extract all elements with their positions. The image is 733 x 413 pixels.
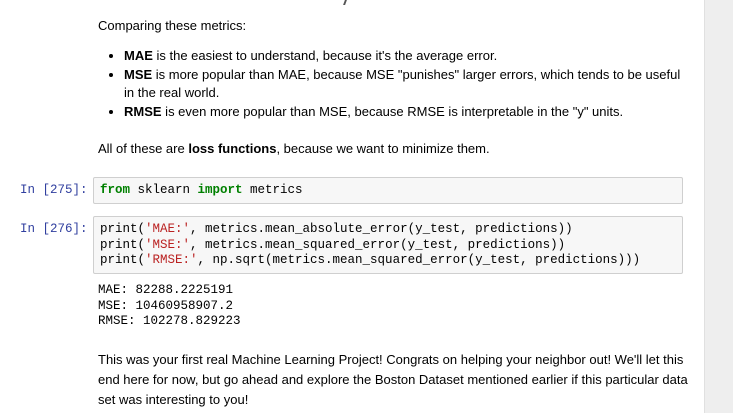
text-mae: is the easiest to understand, because it…	[152, 48, 498, 63]
code-pre: print(	[100, 237, 146, 252]
list-item-mae: MAE is the easiest to understand, becaus…	[124, 47, 688, 65]
input-prompt-276: In [276]:	[20, 222, 88, 236]
loss-bold: loss functions	[188, 141, 277, 156]
scrollbar-gutter[interactable]	[704, 0, 733, 413]
markdown-cell-loss[interactable]: All of these are loss functions, because…	[98, 140, 688, 158]
code-cell-275[interactable]: from sklearn import metrics	[93, 177, 683, 204]
code-pre: print(	[100, 222, 146, 236]
final-paragraph: This was your first real Machine Learnin…	[98, 352, 688, 407]
code-post: , metrics.mean_absolute_error(y_test, pr…	[190, 222, 573, 236]
notebook-area: Comparing these metrics: MAE is the easi…	[0, 0, 704, 413]
keyword-from: from	[100, 183, 131, 197]
text-mse: is more popular than MAE, because MSE "p…	[124, 67, 681, 100]
code-cell-276[interactable]: print('MAE:', metrics.mean_absolute_erro…	[93, 216, 683, 274]
markdown-cell-metrics[interactable]: Comparing these metrics: MAE is the easi…	[98, 17, 688, 122]
term-rmse: RMSE	[124, 104, 162, 119]
term-mae: MAE	[124, 48, 153, 63]
list-item-rmse: RMSE is even more popular than MSE, beca…	[124, 103, 688, 121]
output-line-mse: MSE: 10460958907.2	[98, 298, 234, 313]
code-string: 'MSE:'	[145, 237, 191, 252]
loss-after: , because we want to minimize them.	[276, 141, 490, 156]
code-line: print('MAE:', metrics.mean_absolute_erro…	[100, 222, 676, 238]
keyword-import: import	[197, 183, 243, 197]
metrics-list: MAE is the easiest to understand, becaus…	[98, 47, 688, 121]
output-line-mae: MAE: 82288.2225191	[98, 283, 234, 297]
notebook-page: Comparing these metrics: MAE is the easi…	[0, 0, 733, 413]
metrics-intro: Comparing these metrics:	[98, 18, 247, 33]
input-prompt-275: In [275]:	[20, 183, 88, 197]
output-cell-276: MAE: 82288.2225191 MSE: 10460958907.2 RMSE…	[98, 283, 241, 330]
code-line: print('RMSE:', np.sqrt(metrics.mean_squa…	[100, 253, 676, 269]
cursor-mark	[343, 0, 347, 5]
code-string: 'RMSE:'	[145, 253, 198, 267]
code-string: 'MAE:'	[145, 222, 191, 236]
code-post: , np.sqrt(metrics.mean_squared_error(y_t…	[197, 253, 641, 267]
loss-paragraph: All of these are loss functions, because…	[98, 140, 688, 158]
text-rmse: is even more popular than MSE, because R…	[161, 104, 624, 119]
import-name: metrics	[242, 183, 303, 197]
list-item-mse: MSE is more popular than MAE, because MS…	[124, 66, 688, 102]
code-line: print('MSE:', metrics.mean_squared_error…	[100, 238, 676, 254]
loss-before: All of these are	[98, 141, 189, 156]
module-name: sklearn	[130, 183, 198, 197]
output-line-rmse: RMSE: 102278.829223	[98, 314, 241, 328]
markdown-cell-final[interactable]: This was your first real Machine Learnin…	[98, 350, 688, 410]
code-post: , metrics.mean_squared_error(y_test, pre…	[190, 237, 566, 252]
code-pre: print(	[100, 253, 146, 267]
term-mse: MSE	[124, 67, 153, 82]
